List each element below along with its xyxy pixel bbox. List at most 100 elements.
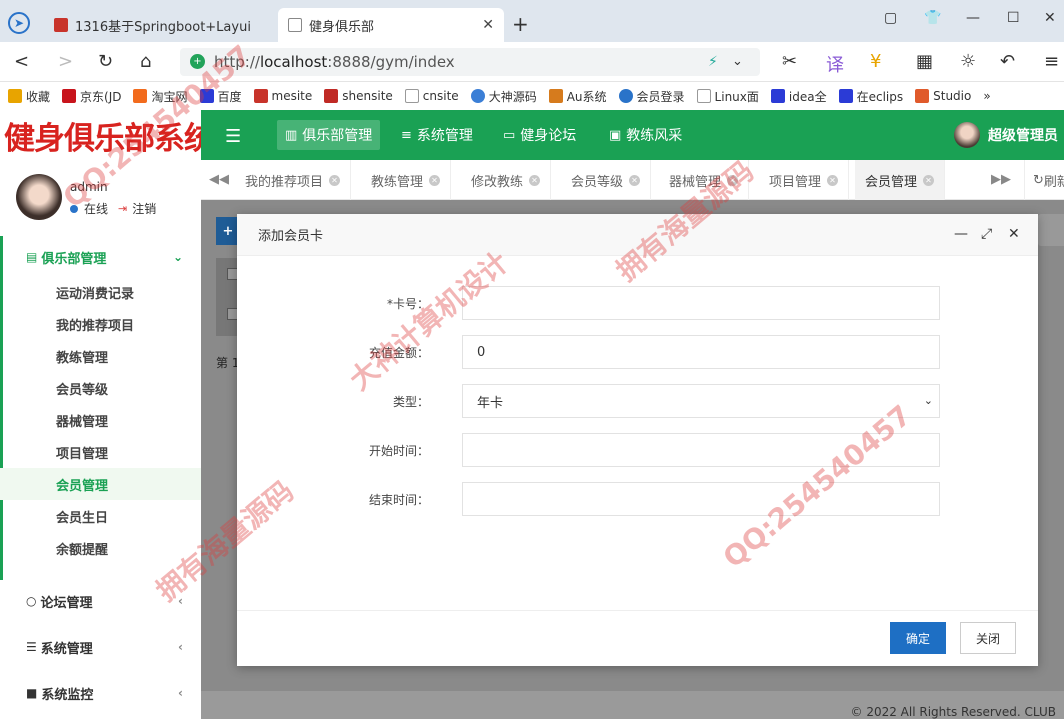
- sidebar-item-balance-alerts[interactable]: 余额提醒: [0, 532, 201, 564]
- close-icon[interactable]: ✕: [529, 174, 541, 186]
- bookmark-item[interactable]: mesite: [253, 89, 312, 103]
- bar-chart-icon: ▥: [285, 127, 298, 143]
- sidebar: admin 在线 ⇥ 注销 ▤ 俱乐部管理 ⌄ 运动消费记录 我的推荐项目 教练…: [0, 160, 201, 719]
- bookmark-item[interactable]: 会员登录: [618, 88, 685, 105]
- bookmark-item[interactable]: 淘宝网: [133, 88, 188, 105]
- start-time-input[interactable]: [462, 433, 940, 467]
- bookmark-item[interactable]: cnsite: [404, 89, 459, 103]
- maximize-icon[interactable]: ⤢: [981, 226, 992, 242]
- bookmark-item[interactable]: Au系统: [548, 88, 607, 105]
- chevron-down-icon: ⌄: [923, 394, 933, 407]
- logout-icon[interactable]: ⇥: [118, 202, 127, 215]
- chevron-down-icon[interactable]: ⌄: [732, 54, 743, 69]
- home-icon[interactable]: ⌂: [140, 51, 151, 72]
- bookmark-item[interactable]: 京东(JD: [62, 88, 121, 105]
- status-text: 在线: [84, 202, 109, 216]
- topnav-forum[interactable]: ▭ 健身论坛: [495, 120, 584, 150]
- page-tab-active[interactable]: 会员管理 ✕: [855, 160, 946, 200]
- new-tab-icon[interactable]: +: [512, 12, 529, 36]
- forward-icon[interactable]: >: [58, 51, 73, 72]
- group-header-system[interactable]: ☰ 系统管理 ‹: [0, 628, 201, 666]
- sidebar-item-equipment[interactable]: 器械管理: [0, 404, 201, 436]
- bookmark-item[interactable]: Linux面: [696, 88, 759, 105]
- tabs-scroll-right-icon[interactable]: ▶▶: [991, 172, 1011, 187]
- keyboard-icon: ▭: [503, 127, 516, 143]
- maximize-icon[interactable]: ☐: [1007, 10, 1020, 26]
- end-time-input[interactable]: [462, 482, 940, 516]
- sidebar-item-projects[interactable]: 项目管理: [0, 436, 201, 468]
- sidebar-item-coaches[interactable]: 教练管理: [0, 340, 201, 372]
- user-menu[interactable]: 超级管理员: [954, 122, 1058, 148]
- logout-link[interactable]: 注销: [132, 200, 156, 217]
- translate-icon[interactable]: 译: [826, 51, 844, 77]
- page-tab[interactable]: 我的推荐项目 ✕: [235, 160, 352, 200]
- bookmark-item[interactable]: 收藏: [8, 88, 50, 105]
- close-icon[interactable]: ✕: [923, 174, 935, 186]
- confirm-button[interactable]: 确定: [890, 622, 946, 654]
- sidebar-item-birthdays[interactable]: 会员生日: [0, 500, 201, 532]
- bookmark-item[interactable]: 百度: [199, 88, 242, 105]
- tab-count-icon[interactable]: ▢: [884, 10, 897, 26]
- chevron-left-icon: ‹: [178, 686, 183, 700]
- page-tab[interactable]: 教练管理 ✕: [361, 160, 452, 200]
- brightness-icon[interactable]: ☼: [960, 51, 976, 72]
- close-icon[interactable]: ✕: [1008, 226, 1020, 242]
- sidebar-item-members[interactable]: 会员管理: [0, 468, 201, 500]
- avatar: [954, 122, 980, 148]
- browser-tab-2[interactable]: 健身俱乐部 ✕: [278, 8, 504, 42]
- refresh-button[interactable]: ↻刷新: [1024, 160, 1064, 200]
- card-number-input[interactable]: [462, 286, 940, 320]
- bookmark-item[interactable]: 大神源码: [470, 88, 537, 105]
- back-icon[interactable]: <: [14, 51, 29, 72]
- close-button[interactable]: 关闭: [960, 622, 1016, 654]
- minimize-icon[interactable]: —: [966, 10, 980, 26]
- topnav-coach-showcase[interactable]: ▣ 教练风采: [601, 120, 690, 150]
- bookmark-item[interactable]: shensite: [324, 89, 393, 103]
- sidebar-item-recommended-projects[interactable]: 我的推荐项目: [0, 308, 201, 340]
- group-header-monitor[interactable]: ■ 系统监控 ‹: [0, 674, 201, 712]
- grid-icon[interactable]: ▦: [916, 51, 933, 72]
- close-icon[interactable]: ✕: [827, 174, 839, 186]
- topnav-club-management[interactable]: ▥ 俱乐部管理: [277, 120, 381, 150]
- browser-tab-1[interactable]: 1316基于Springboot+Layui的: [44, 8, 276, 42]
- page-tab[interactable]: 会员等级 ✕: [561, 160, 652, 200]
- close-tab-icon[interactable]: ✕: [482, 17, 494, 33]
- close-icon[interactable]: ✕: [329, 174, 341, 186]
- chevron-left-icon: ‹: [178, 640, 183, 654]
- lightning-icon[interactable]: ⚡: [708, 54, 718, 70]
- page-tab[interactable]: 器械管理 ✕: [659, 160, 750, 200]
- jd-icon: [62, 89, 77, 103]
- url-field[interactable]: + http://localhost:8888/gym/index: [180, 48, 760, 76]
- type-select[interactable]: 年卡 ⌄: [462, 384, 940, 418]
- undo-icon[interactable]: ↶: [1000, 51, 1015, 72]
- group-header-forum[interactable]: ○ 论坛管理 ‹: [0, 582, 201, 620]
- amount-input[interactable]: [462, 335, 940, 369]
- menu-icon[interactable]: ≡: [1044, 51, 1059, 72]
- page-tab[interactable]: 项目管理 ✕: [759, 160, 850, 200]
- sidebar-item-member-levels[interactable]: 会员等级: [0, 372, 201, 404]
- sidebar-item-consumption-records[interactable]: 运动消费记录: [0, 276, 201, 308]
- bookmark-item[interactable]: idea全: [770, 88, 827, 105]
- topnav-system-management[interactable]: ≡ 系统管理: [393, 120, 481, 150]
- bookmark-item[interactable]: Studio: [915, 89, 971, 103]
- bookmarks-more[interactable]: »: [983, 89, 990, 103]
- bookmark-item[interactable]: 在eclips: [838, 88, 903, 105]
- yuan-icon[interactable]: ¥: [870, 51, 881, 72]
- minimize-icon[interactable]: —: [954, 226, 968, 242]
- close-icon[interactable]: ✕: [629, 174, 641, 186]
- close-icon[interactable]: ✕: [727, 174, 739, 186]
- tabs-scroll-left-icon[interactable]: ◀◀: [209, 172, 229, 187]
- hamburger-icon[interactable]: ☰: [225, 126, 241, 147]
- shirt-icon[interactable]: 👕: [924, 10, 941, 26]
- page-tab[interactable]: 修改教练 ✕: [461, 160, 552, 200]
- scissors-icon[interactable]: ✂: [782, 51, 797, 72]
- toolbar-dropdown[interactable]: [1038, 214, 1064, 246]
- window-close-icon[interactable]: ✕: [1044, 10, 1056, 26]
- browser-tab-bar: ➤ 1316基于Springboot+Layui的 健身俱乐部 ✕ + ▢ 👕 …: [0, 0, 1064, 42]
- baidu-icon: [199, 89, 214, 103]
- close-icon[interactable]: ✕: [429, 174, 441, 186]
- reload-icon[interactable]: ↻: [98, 51, 113, 72]
- dialog-title: 添加会员卡: [258, 229, 324, 244]
- browser-tab-label: 健身俱乐部: [309, 19, 375, 35]
- group-header-club[interactable]: ▤ 俱乐部管理 ⌄: [0, 238, 201, 276]
